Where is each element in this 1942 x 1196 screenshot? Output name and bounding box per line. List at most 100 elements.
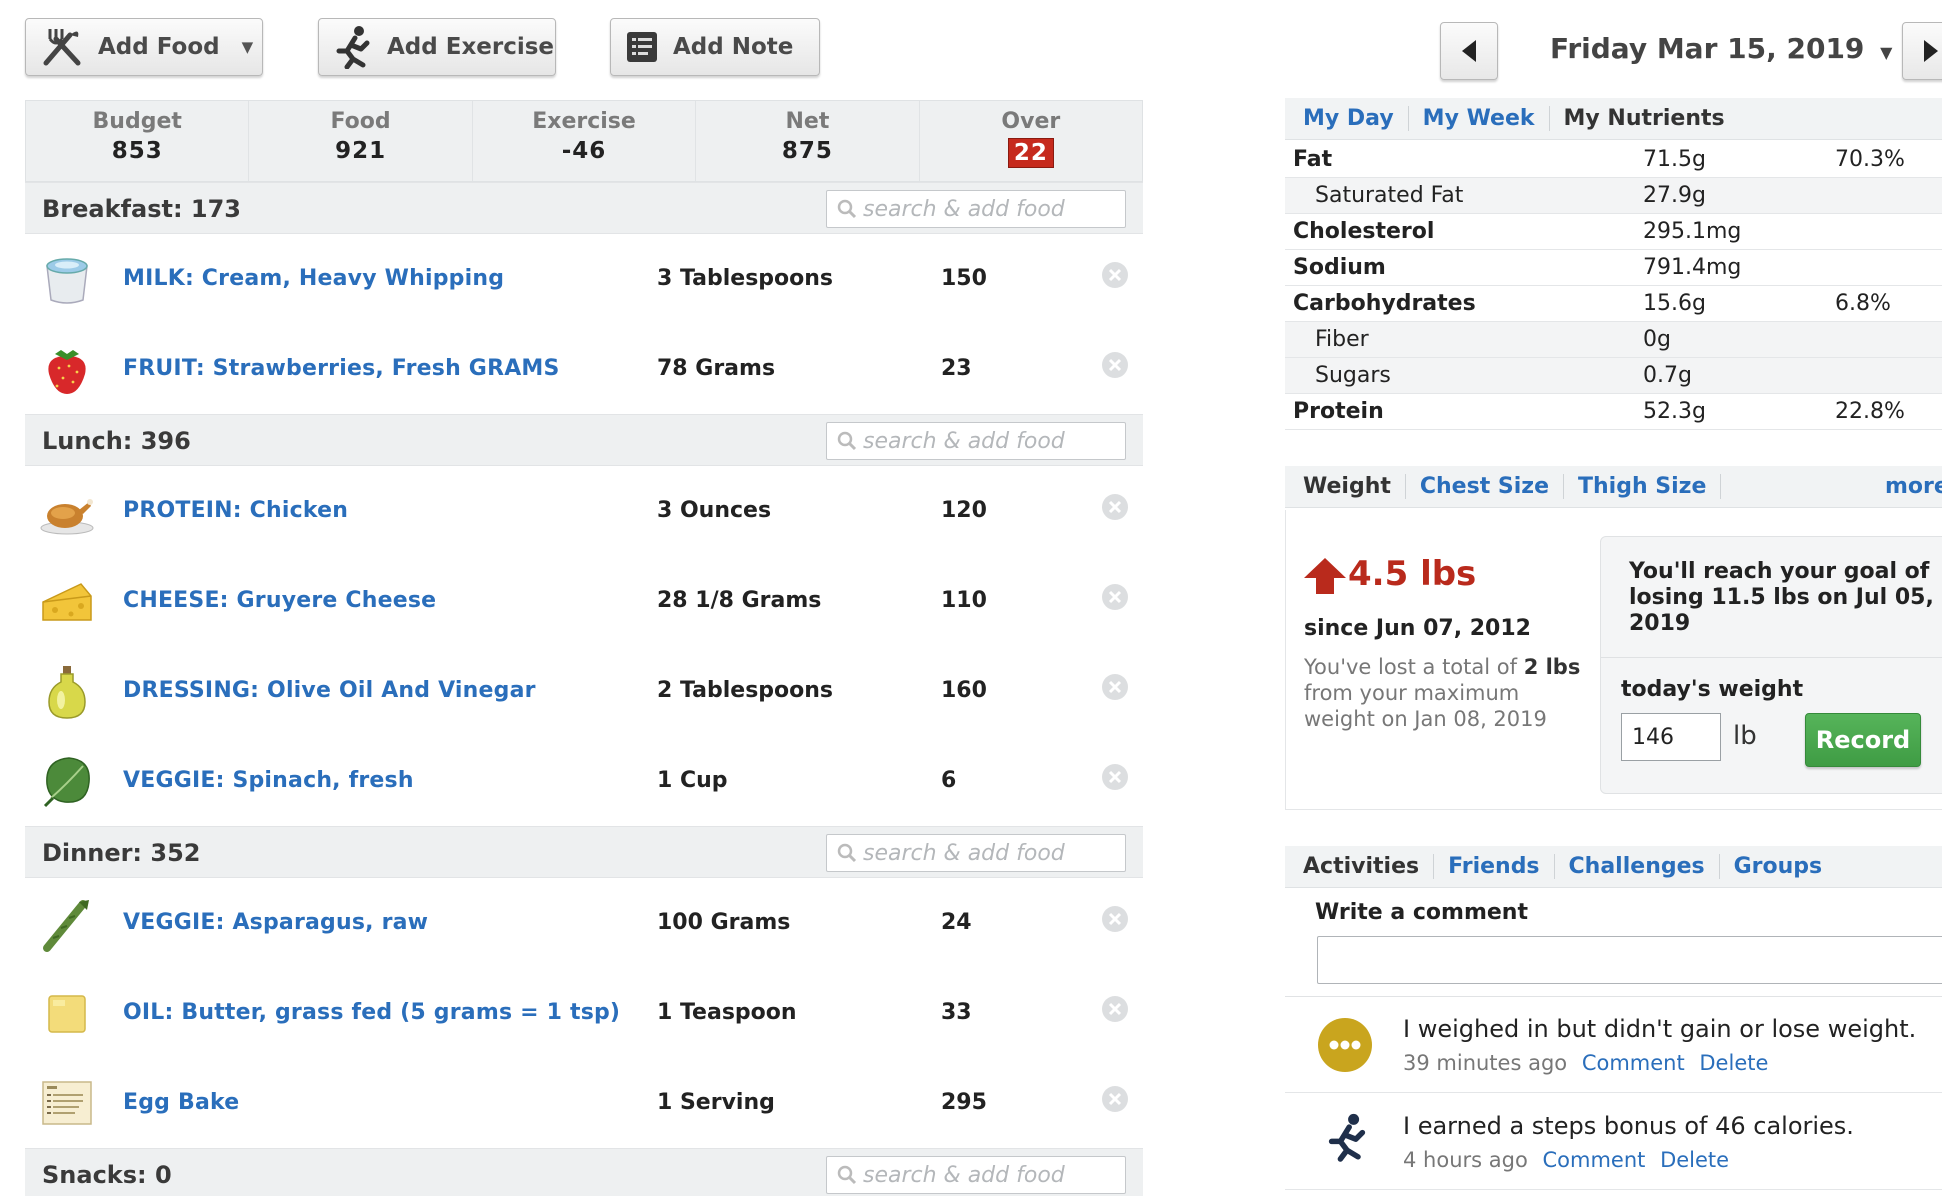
exercise-value: -46 bbox=[561, 138, 607, 164]
add-food-label: Add Food bbox=[98, 34, 220, 60]
food-amount[interactable]: 3 Tablespoons bbox=[657, 266, 833, 291]
remove-icon[interactable] bbox=[1100, 672, 1130, 702]
add-exercise-button[interactable]: Add Exercise bbox=[318, 18, 556, 76]
search-icon bbox=[837, 199, 857, 219]
add-note-button[interactable]: Add Note bbox=[610, 18, 820, 76]
nutrient-amount: 791.4mg bbox=[1643, 255, 1742, 280]
search-icon bbox=[837, 1165, 857, 1185]
comment-input[interactable] bbox=[1317, 936, 1942, 984]
date-selector[interactable]: Friday Mar 15, 2019 ▼ bbox=[1550, 32, 1892, 65]
remove-icon[interactable] bbox=[1100, 904, 1130, 934]
food-row: VEGGIE: Spinach, fresh 1 Cup 6 bbox=[25, 736, 1143, 826]
arrow-up-icon bbox=[1304, 558, 1346, 594]
remove-icon[interactable] bbox=[1100, 994, 1130, 1024]
chevron-down-icon: ▼ bbox=[1880, 43, 1893, 62]
runner-icon bbox=[1328, 1113, 1366, 1162]
food-row: Egg Bake 1 Serving 295 bbox=[25, 1058, 1143, 1148]
food-label: Food bbox=[330, 109, 391, 134]
previous-day-button[interactable] bbox=[1440, 22, 1498, 80]
food-amount[interactable]: 78 Grams bbox=[657, 356, 775, 381]
food-row: OIL: Butter, grass fed (5 grams = 1 tsp)… bbox=[25, 968, 1143, 1058]
nutrient-percent: 22.8% bbox=[1835, 399, 1905, 424]
food-name-link[interactable]: Egg Bake bbox=[123, 1090, 239, 1115]
today-weight-input[interactable] bbox=[1621, 713, 1721, 761]
food-name-link[interactable]: CHEESE: Gruyere Cheese bbox=[123, 588, 436, 613]
activity-tabs: Activities Friends Challenges Groups bbox=[1285, 846, 1942, 888]
record-button[interactable]: Record bbox=[1805, 713, 1921, 767]
meal-title: Breakfast: 173 bbox=[42, 195, 242, 223]
food-amount[interactable]: 1 Cup bbox=[657, 768, 728, 793]
meal-header-lunch: Lunch: 396 search & add food bbox=[25, 414, 1143, 466]
tab-chest-size[interactable]: Chest Size bbox=[1406, 474, 1564, 499]
remove-icon[interactable] bbox=[1100, 492, 1130, 522]
tab-challenges[interactable]: Challenges bbox=[1555, 854, 1720, 879]
add-exercise-label: Add Exercise bbox=[387, 34, 555, 60]
tab-groups[interactable]: Groups bbox=[1720, 854, 1837, 879]
tab-my-day[interactable]: My Day bbox=[1303, 106, 1409, 131]
activity-item: I weighed in but didn't gain or lose wei… bbox=[1285, 997, 1942, 1093]
write-comment-label: Write a comment bbox=[1315, 900, 1528, 925]
runner-icon bbox=[336, 26, 370, 69]
tab-thigh-size[interactable]: Thigh Size bbox=[1564, 474, 1722, 499]
spinach-leaf-icon bbox=[43, 757, 90, 808]
activity-text: I weighed in but didn't gain or lose wei… bbox=[1403, 1015, 1917, 1043]
cream-cup-icon bbox=[46, 258, 88, 304]
food-name-link[interactable]: VEGGIE: Spinach, fresh bbox=[123, 768, 414, 793]
tab-activities[interactable]: Activities bbox=[1303, 854, 1435, 879]
food-amount[interactable]: 1 Serving bbox=[657, 1090, 775, 1115]
meal-header-breakfast: Breakfast: 173 search & add food bbox=[25, 182, 1143, 234]
nutrient-name: Saturated Fat bbox=[1315, 183, 1464, 208]
strawberry-icon bbox=[48, 350, 86, 394]
search-add-food-input[interactable]: search & add food bbox=[826, 422, 1126, 460]
tab-my-nutrients[interactable]: My Nutrients bbox=[1550, 106, 1739, 131]
more-link[interactable]: more bbox=[1885, 474, 1942, 499]
remove-icon[interactable] bbox=[1100, 260, 1130, 290]
lost-prefix: You've lost a total of bbox=[1304, 655, 1524, 679]
next-day-button[interactable] bbox=[1902, 22, 1942, 80]
recipe-card-icon bbox=[42, 1081, 92, 1125]
food-amount[interactable]: 2 Tablespoons bbox=[657, 678, 833, 703]
remove-icon[interactable] bbox=[1100, 350, 1130, 380]
food-log-page: Add Food ▼ Add Exercise Add Note Budget … bbox=[0, 0, 1942, 1196]
remove-icon[interactable] bbox=[1100, 582, 1130, 612]
activity-meta: 4 hours ago Comment Delete bbox=[1403, 1148, 1729, 1172]
budget-column: Budget 853 bbox=[26, 101, 250, 181]
food-amount[interactable]: 28 1/8 Grams bbox=[657, 588, 821, 613]
food-name-link[interactable]: VEGGIE: Asparagus, raw bbox=[123, 910, 428, 935]
food-name-link[interactable]: PROTEIN: Chicken bbox=[123, 498, 348, 523]
goal-text: You'll reach your goal of losing 11.5 lb… bbox=[1629, 559, 1934, 637]
food-amount[interactable]: 3 Ounces bbox=[657, 498, 771, 523]
nutrient-row: Fat 71.5g 70.3% bbox=[1285, 142, 1942, 178]
activity-time: 4 hours ago bbox=[1403, 1148, 1528, 1172]
meal-title: Dinner: 352 bbox=[42, 839, 201, 867]
nutrient-amount: 0.7g bbox=[1643, 363, 1692, 388]
nutrient-row: Carbohydrates 15.6g 6.8% bbox=[1285, 286, 1942, 322]
food-name-link[interactable]: OIL: Butter, grass fed (5 grams = 1 tsp) bbox=[123, 1000, 620, 1025]
food-calories: 23 bbox=[941, 356, 972, 381]
food-amount[interactable]: 1 Teaspoon bbox=[657, 1000, 797, 1025]
comment-link[interactable]: Comment bbox=[1543, 1148, 1646, 1172]
add-food-button[interactable]: Add Food ▼ bbox=[25, 18, 263, 76]
weight-unit: lb bbox=[1733, 721, 1757, 751]
chevron-down-icon[interactable]: ▼ bbox=[242, 38, 254, 56]
search-add-food-input[interactable]: search & add food bbox=[826, 834, 1126, 872]
food-name-link[interactable]: FRUIT: Strawberries, Fresh GRAMS bbox=[123, 356, 560, 381]
net-label: Net bbox=[785, 109, 830, 134]
tab-my-week[interactable]: My Week bbox=[1409, 106, 1550, 131]
activity-time: 39 minutes ago bbox=[1403, 1051, 1568, 1075]
food-name-link[interactable]: DRESSING: Olive Oil And Vinegar bbox=[123, 678, 536, 703]
search-add-food-input[interactable]: search & add food bbox=[826, 190, 1126, 228]
search-add-food-input[interactable]: search & add food bbox=[826, 1156, 1126, 1194]
food-name-link[interactable]: MILK: Cream, Heavy Whipping bbox=[123, 266, 504, 291]
remove-icon[interactable] bbox=[1100, 762, 1130, 792]
food-row: VEGGIE: Asparagus, raw 100 Grams 24 bbox=[25, 878, 1143, 968]
delete-link[interactable]: Delete bbox=[1699, 1051, 1768, 1075]
food-amount[interactable]: 100 Grams bbox=[657, 910, 790, 935]
tab-weight[interactable]: Weight bbox=[1303, 474, 1406, 499]
tab-friends[interactable]: Friends bbox=[1434, 854, 1555, 879]
comment-link[interactable]: Comment bbox=[1582, 1051, 1685, 1075]
remove-icon[interactable] bbox=[1100, 1084, 1130, 1114]
note-icon bbox=[627, 32, 657, 62]
delete-link[interactable]: Delete bbox=[1660, 1148, 1729, 1172]
search-placeholder: search & add food bbox=[863, 196, 1065, 222]
